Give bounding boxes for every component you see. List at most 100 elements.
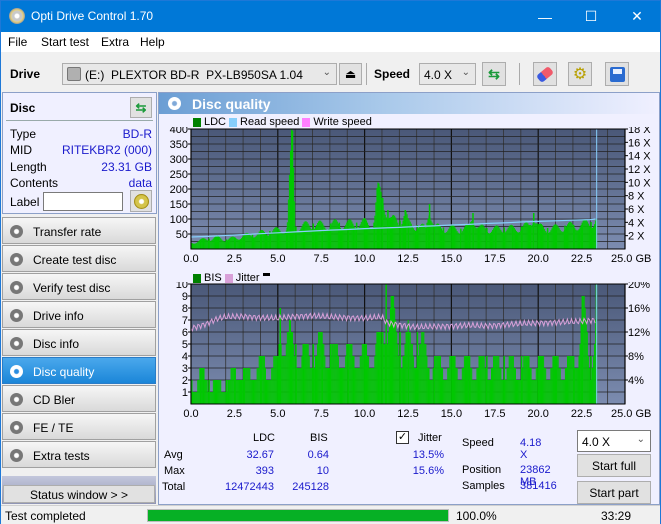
ldc-peak-bar [472,213,474,249]
bis-bar [320,332,322,404]
ldc-bar [396,219,398,249]
ldc-peak-bar [520,226,523,249]
ldc-bar [299,230,301,249]
bis-bar [428,368,430,404]
ldc-bar [570,221,572,249]
eject-button[interactable]: ⏏ [339,63,362,85]
nav-disc-info[interactable]: Disc info [2,329,156,356]
ldc-bar [392,215,394,249]
bis-bar [508,356,510,404]
bis-bar [305,344,307,404]
ldc-peak-bar [529,225,532,249]
bis-bar [571,356,573,404]
ldc-bar [358,226,360,249]
ldc-bar [509,225,511,249]
ldc-bar [398,225,400,249]
nav-create-test-disc[interactable]: Create test disc [2,245,156,272]
refresh-button[interactable]: ⇆ [482,62,506,86]
ldc-bar [432,224,434,249]
nav-extra-tests[interactable]: Extra tests [2,441,156,468]
ldc-bar [395,217,397,249]
bis-bar [388,320,390,404]
minimize-button[interactable]: — [522,1,568,32]
ldc-peak-bar [260,232,262,249]
ldc-bar [230,236,232,249]
bis-bar [515,380,518,404]
bis-bar [577,368,579,404]
ldc-bar [421,223,423,249]
bis-bar [421,332,423,404]
ldc-bar [319,220,321,249]
bis-bar [565,368,568,404]
menu-file[interactable]: File [8,35,27,49]
bis-bar [549,380,551,404]
ldc-peak-bar [373,222,375,249]
nav-verify-test-disc[interactable]: Verify test disc [2,273,156,300]
disc-type-row: Type BD-R [10,127,155,141]
ldc-bar [584,219,586,249]
start-full-button[interactable]: Start full [577,454,651,477]
ldc-bar [424,225,426,249]
maximize-button[interactable]: ☐ [568,1,614,32]
ldc-bar [518,232,520,249]
bis-bar [405,332,407,404]
bis-bar [546,380,548,404]
start-part-button[interactable]: Start part [577,481,651,504]
nav-transfer-rate[interactable]: Transfer rate [2,217,156,244]
nav-label: Transfer rate [33,225,102,239]
bis-bar [449,356,451,404]
max-label: Max [164,465,185,477]
ldc-bar [454,227,456,249]
ldc-peak-bar [286,228,288,249]
menu-start-test[interactable]: Start test [41,35,89,49]
disc-label-input[interactable] [43,192,123,211]
bis-bar [249,368,251,404]
bis-bar [423,332,425,404]
bis-bar [567,356,569,404]
disc-refresh-button[interactable]: ⇆ [130,97,152,118]
bis-bar [270,380,272,404]
ldc-bar [268,235,270,249]
menu-help[interactable]: Help [140,35,165,49]
bis-peak-bar [279,308,282,404]
bis-bar [588,368,590,404]
bis-bar [356,368,358,404]
erase-button[interactable] [533,62,557,86]
bis-chart: 12345678910 4% 8% 12% 16% 20% 0.0 2.5 5.0 7.5 10.0… [176,282,652,420]
ldc-bar [267,235,269,249]
save-button[interactable] [605,62,629,86]
disc-contents-key: Contents [10,176,59,190]
bis-bar [482,356,484,404]
ldc-bar [231,236,233,249]
nav-drive-info[interactable]: Drive info [2,301,156,328]
nav-disc-quality[interactable]: Disc quality [2,357,156,384]
bis-bar [235,380,237,404]
ldc-bar [220,238,222,249]
bis-bar [494,356,496,404]
drive-select[interactable]: (E:) PLEXTOR BD-R PX-LB950SA 1.04 ⌄ [62,63,337,85]
ldc-bar [519,231,521,249]
nav-fe-te[interactable]: FE / TE [2,413,156,440]
ldc-bar [527,223,529,249]
ldc-bar [449,227,451,249]
y2-tick-label: 12 X [628,164,651,176]
drive-icon [67,67,81,81]
close-button[interactable]: ✕ [614,1,660,32]
verify-disc-icon [10,281,23,294]
bis-bar [438,356,440,404]
test-speed-select[interactable]: 4.0 X ⌄ [577,430,651,452]
jitter-checkbox[interactable]: ✓ [396,431,409,444]
disc-label-button[interactable] [130,190,152,212]
bis-bar [251,380,253,404]
bis-bar [376,332,378,404]
speed-select[interactable]: 4.0 X ⌄ [419,63,476,85]
nav-label: CD Bler [33,393,76,407]
nav-cd-bler[interactable]: CD Bler [2,385,156,412]
ldc-bar [419,226,421,249]
ldc-bar [559,229,561,249]
x-tick-label: 15.0 [441,253,462,265]
status-window-button[interactable]: Status window > > [3,485,155,503]
menu-extra[interactable]: Extra [101,35,129,49]
settings-button[interactable]: ⚙ [568,62,592,86]
ldc-bar [499,228,501,249]
